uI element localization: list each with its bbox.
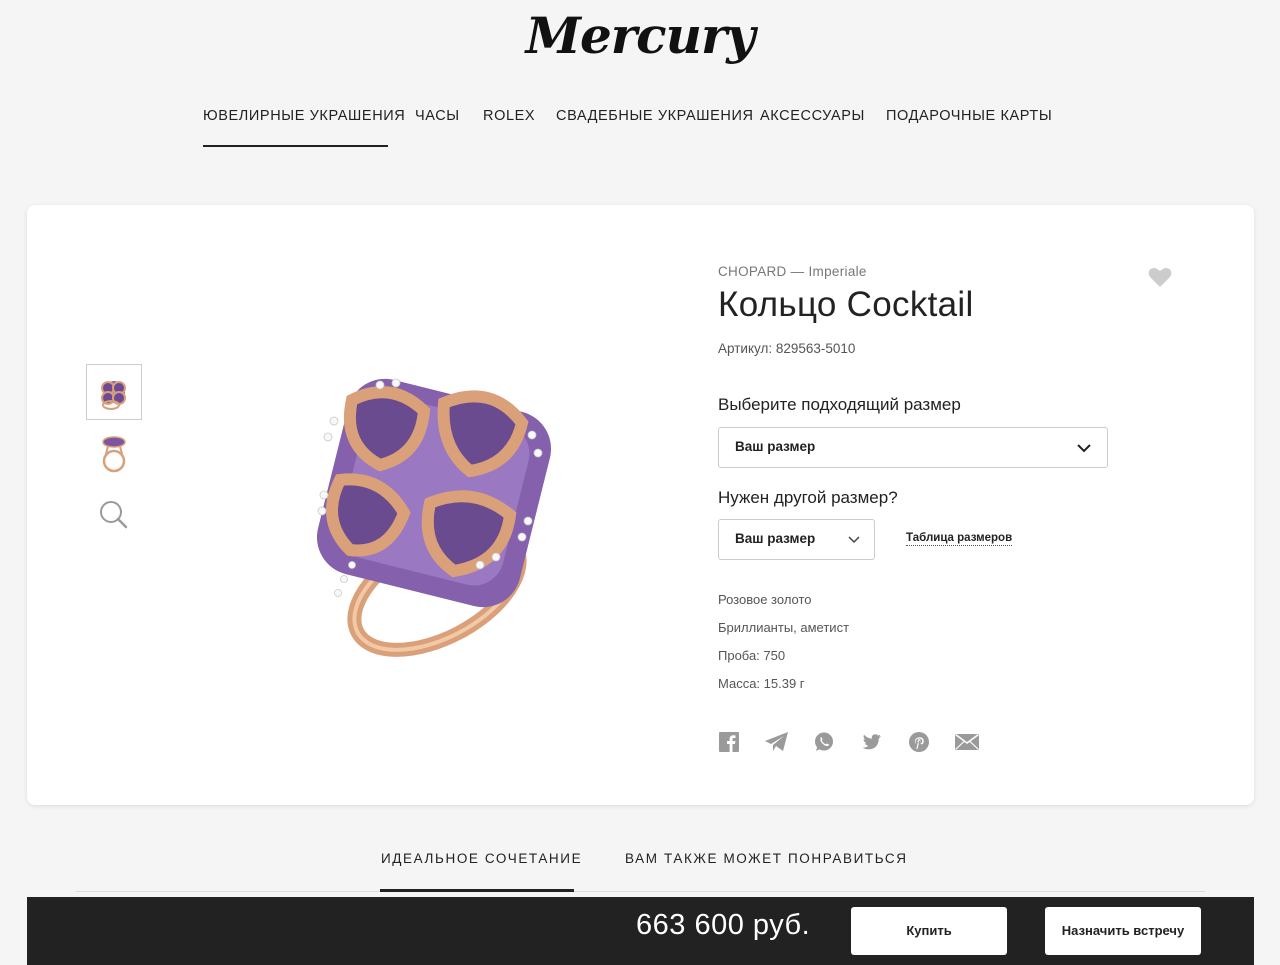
heart-icon[interactable] xyxy=(1147,265,1173,289)
tabs-divider xyxy=(76,891,1205,892)
size-table-link[interactable]: Таблица размеров xyxy=(906,532,1013,546)
main-nav: ЮВЕЛИРНЫЕ УКРАШЕНИЯ ЧАСЫ ROLEX СВАДЕБНЫЕ… xyxy=(0,108,1280,148)
size-label: Выберите подходящий размер xyxy=(718,395,961,414)
whatsapp-icon[interactable] xyxy=(813,731,835,753)
product-card: CHOPARD — Imperiale Кольцо Cocktail Арти… xyxy=(27,205,1254,805)
nav-item-jewelry[interactable]: ЮВЕЛИРНЫЕ УКРАШЕНИЯ xyxy=(203,108,405,124)
nav-item-gift-cards[interactable]: ПОДАРОЧНЫЕ КАРТЫ xyxy=(886,108,1052,124)
tab-you-may-also-like[interactable]: ВАМ ТАКЖЕ МОЖЕТ ПОНРАВИТЬСЯ xyxy=(625,851,908,866)
chevron-down-icon xyxy=(848,536,860,544)
size-select-value: Ваш размер xyxy=(735,439,816,454)
product-price: 663 600 руб. xyxy=(636,909,811,941)
product-sku: Артикул: 829563-5010 xyxy=(718,341,856,356)
nav-item-watches[interactable]: ЧАСЫ xyxy=(415,108,460,124)
mercury-logo[interactable]: Mercury xyxy=(0,6,1280,65)
facebook-icon[interactable] xyxy=(718,731,740,753)
spec-stones: Бриллианты, аметист xyxy=(718,620,850,635)
ring-side-thumbnail[interactable] xyxy=(86,428,142,484)
twitter-icon[interactable] xyxy=(861,731,883,753)
spec-fineness: Проба: 750 xyxy=(718,648,786,663)
other-size-select[interactable]: Ваш размер xyxy=(718,519,875,560)
ring-front-thumbnail[interactable] xyxy=(86,364,142,420)
magnifier-icon[interactable] xyxy=(86,488,142,544)
nav-active-underline xyxy=(203,145,388,147)
spec-material: Розовое золото xyxy=(718,592,812,607)
spec-weight: Масса: 15.39 г xyxy=(718,676,805,691)
nav-item-wedding-jewelry[interactable]: СВАДЕБНЫЕ УКРАШЕНИЯ xyxy=(556,108,754,124)
tab-active-underline xyxy=(380,889,574,892)
nav-item-accessories[interactable]: АКСЕССУАРЫ xyxy=(760,108,865,124)
product-brand-collection[interactable]: CHOPARD — Imperiale xyxy=(718,264,867,279)
tab-perfect-match[interactable]: ИДЕАЛЬНОЕ СОЧЕТАНИЕ xyxy=(381,851,582,866)
size-select[interactable]: Ваш размер xyxy=(718,427,1108,468)
chevron-down-icon xyxy=(1077,444,1091,453)
product-main-image[interactable] xyxy=(192,325,662,715)
book-appointment-button[interactable]: Назначить встречу xyxy=(1045,907,1201,955)
product-title: Кольцо Cocktail xyxy=(718,285,974,324)
buy-bar: 663 600 руб. Купить Назначить встречу xyxy=(27,897,1254,965)
other-size-select-value: Ваш размер xyxy=(735,531,816,546)
other-size-label: Нужен другой размер? xyxy=(718,488,898,507)
telegram-icon[interactable] xyxy=(764,731,790,753)
pinterest-icon[interactable] xyxy=(908,731,930,753)
nav-item-rolex[interactable]: ROLEX xyxy=(483,108,535,124)
buy-button[interactable]: Купить xyxy=(851,907,1007,955)
email-icon[interactable] xyxy=(954,731,980,753)
